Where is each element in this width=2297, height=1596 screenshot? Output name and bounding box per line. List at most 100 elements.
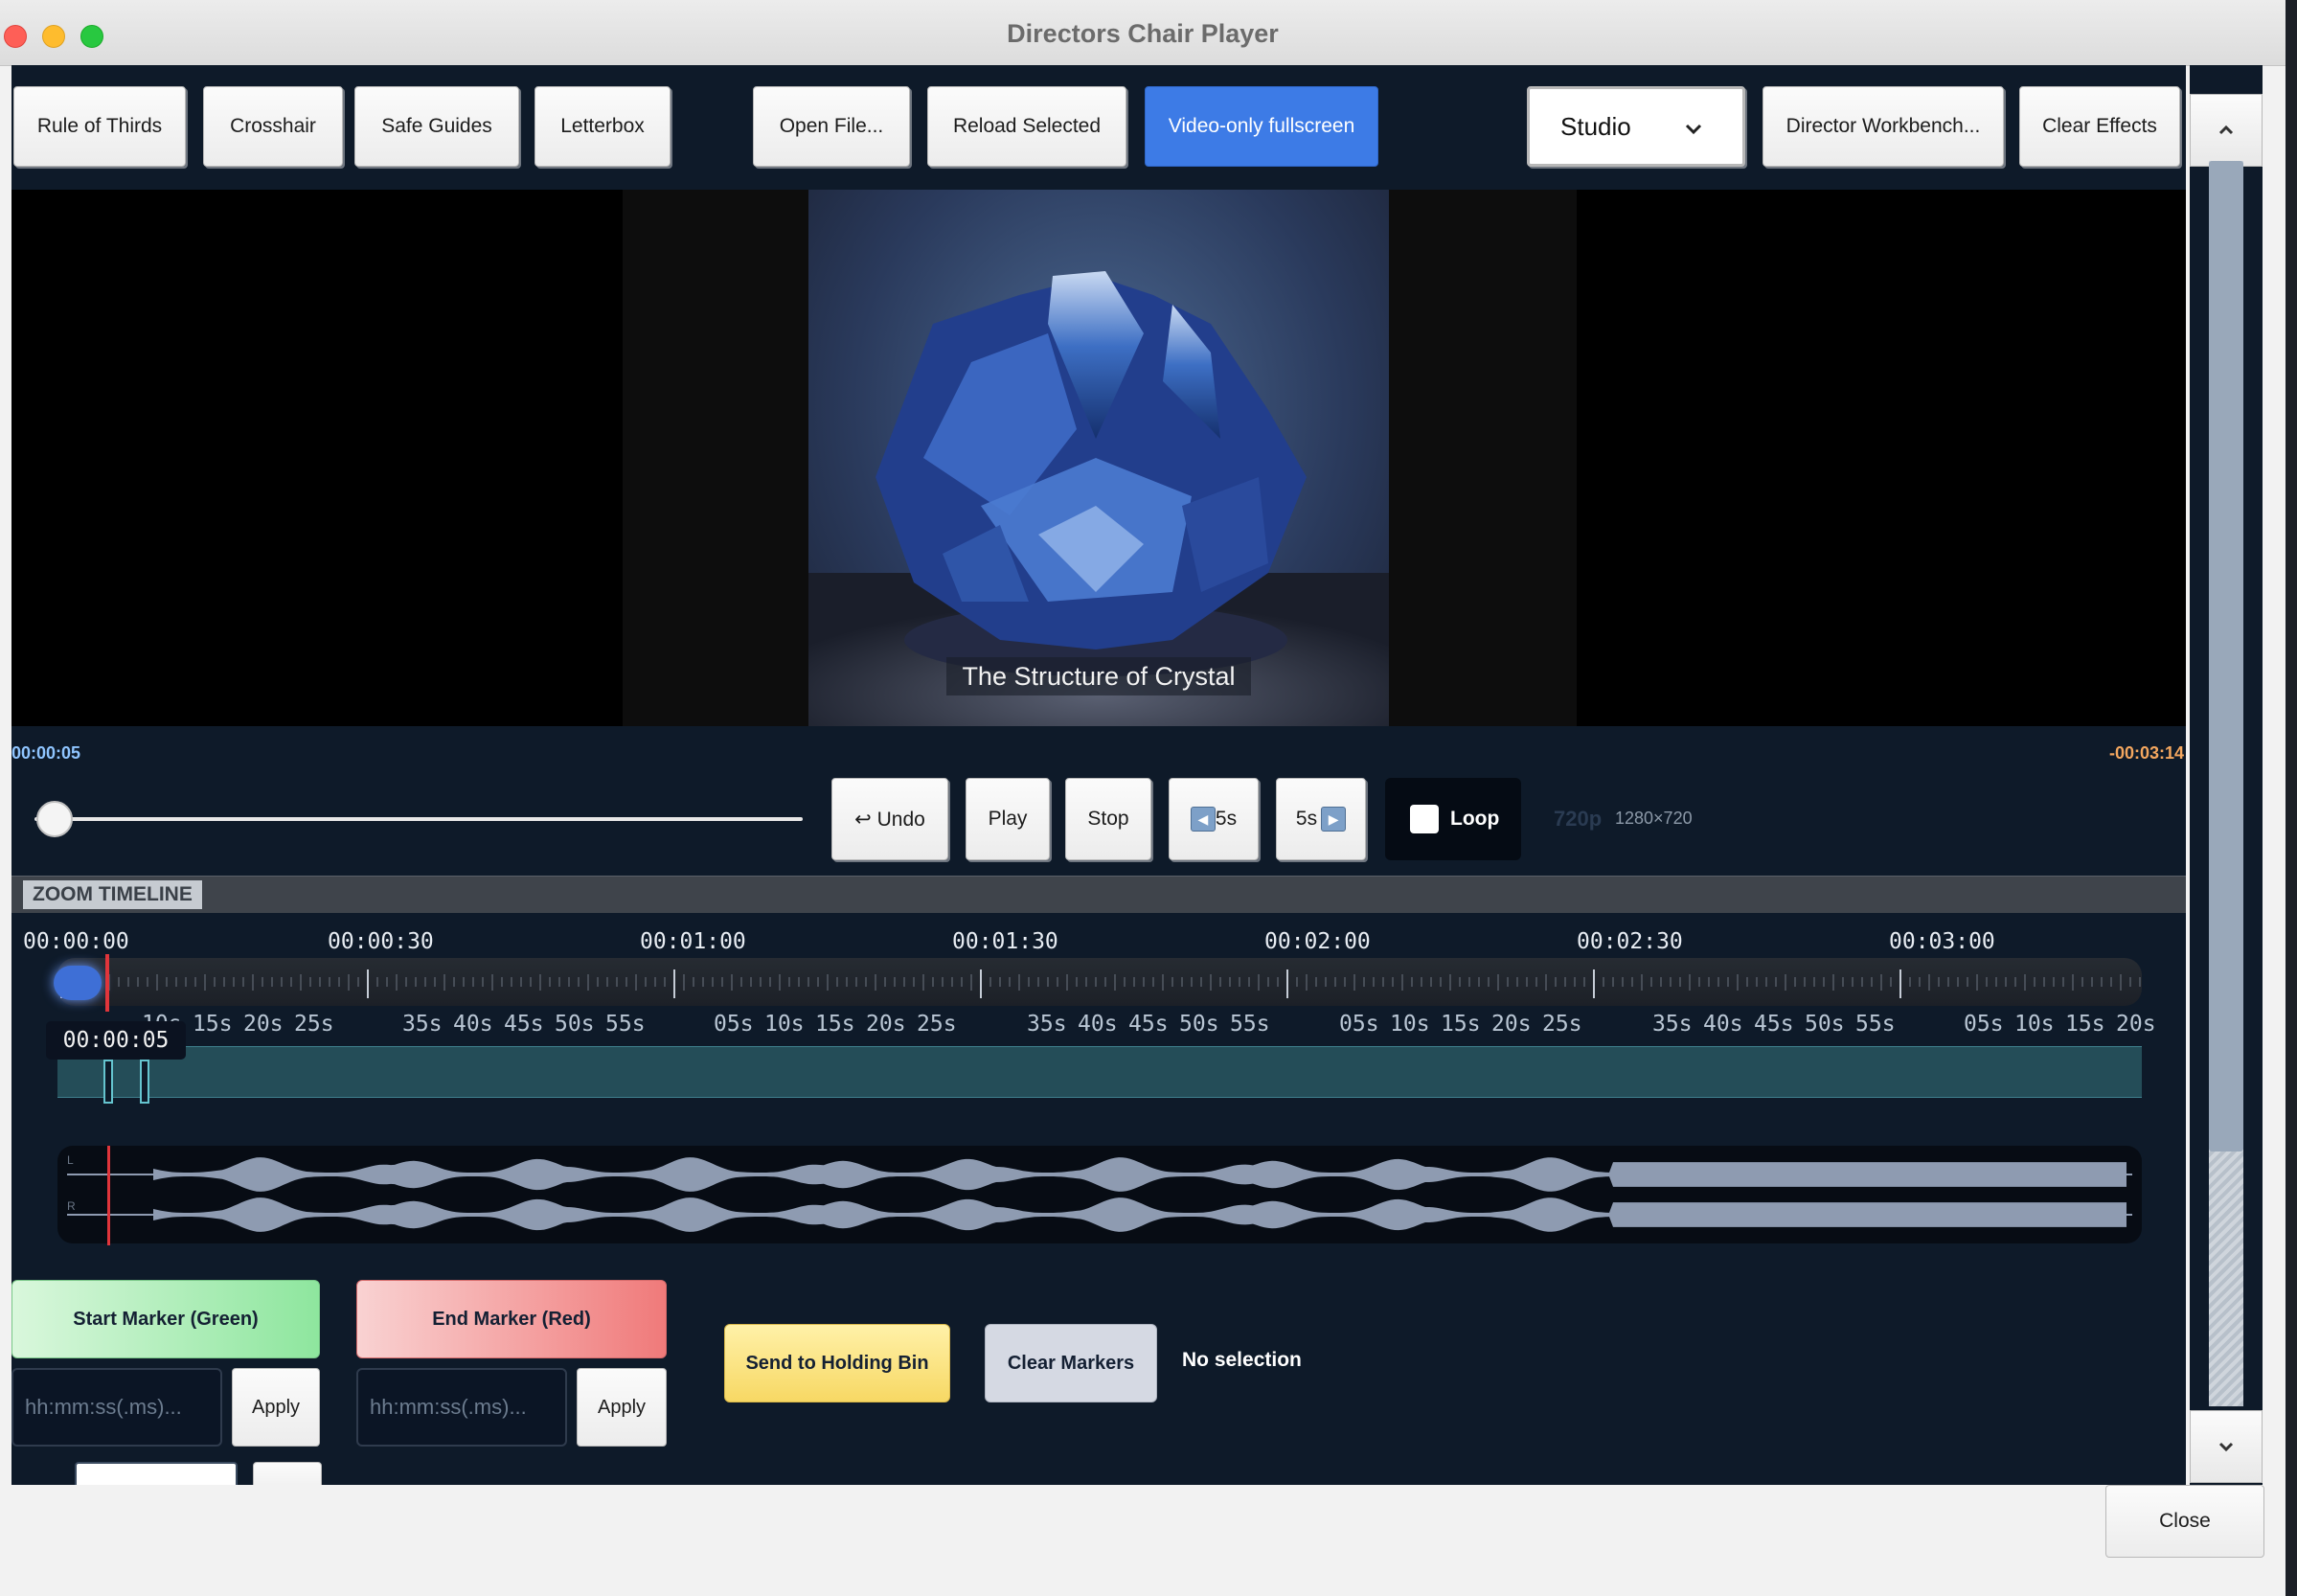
pillarbox-right xyxy=(1389,190,1577,726)
timeline-second-label: 50s xyxy=(1179,1012,1219,1037)
timeline-second-label: 45s xyxy=(1128,1012,1169,1037)
waveform-playhead xyxy=(107,1146,110,1245)
playhead-line[interactable] xyxy=(105,954,109,1012)
stop-button[interactable]: Stop xyxy=(1065,778,1151,860)
start-marker-handle[interactable] xyxy=(103,1060,113,1104)
audio-waveform[interactable] xyxy=(57,1146,2142,1243)
dialog-footer: Close xyxy=(0,1485,2286,1596)
timeline-major-label: 00:02:30 xyxy=(1577,929,1683,954)
timeline-second-label: 15s xyxy=(2065,1012,2105,1037)
timeline-major-label: 00:00:00 xyxy=(23,929,129,954)
clipped-button[interactable] xyxy=(253,1462,322,1485)
title-bar: Directors Chair Player xyxy=(0,0,2286,66)
clear-markers-button[interactable]: Clear Markers xyxy=(985,1324,1157,1402)
open-file-button[interactable]: Open File... xyxy=(753,86,910,167)
end-time-input[interactable]: hh:mm:ss(.ms)... xyxy=(356,1368,567,1447)
video-only-fullscreen-button[interactable]: Video-only fullscreen xyxy=(1145,86,1378,167)
timeline-second-label: 35s xyxy=(402,1012,443,1037)
timeline-second-label: 05s xyxy=(714,1012,754,1037)
timeline-major-label: 00:01:00 xyxy=(640,929,746,954)
effects-toolbar: Rule of Thirds Crosshair Safe Guides Let… xyxy=(11,65,2186,190)
skip-forward-button[interactable]: 5s ▶ xyxy=(1276,778,1366,860)
send-to-holding-bin-button[interactable]: Send to Holding Bin xyxy=(724,1324,950,1402)
hidden-toolbar-button[interactable] xyxy=(682,86,762,167)
player-window: Directors Chair Player Rule of Thirds Cr… xyxy=(0,0,2286,1596)
rule-of-thirds-button[interactable]: Rule of Thirds xyxy=(13,86,186,167)
main-panel: Rule of Thirds Crosshair Safe Guides Let… xyxy=(11,65,2186,1485)
director-workbench-button[interactable]: Director Workbench... xyxy=(1763,86,2004,167)
timeline-ruler[interactable] xyxy=(57,958,2142,1006)
loop-toggle[interactable]: Loop xyxy=(1385,778,1521,860)
seek-slider-track[interactable] xyxy=(34,817,803,821)
start-time-input[interactable]: hh:mm:ss(.ms)... xyxy=(11,1368,222,1447)
letterbox-button[interactable]: Letterbox xyxy=(534,86,671,167)
elapsed-time: 00:00:05 xyxy=(11,743,81,763)
timeline-zoom-knob[interactable] xyxy=(54,966,102,1000)
channel-left-label: L xyxy=(67,1153,74,1167)
hidden-toolbar-button-2[interactable] xyxy=(1387,86,1527,167)
scroll-up-button[interactable] xyxy=(2190,94,2263,167)
background-desktop-strip xyxy=(2286,0,2297,1596)
timeline-second-label: 10s xyxy=(1390,1012,1430,1037)
timeline-second-label: 15s xyxy=(193,1012,233,1037)
scrollbar-thumb[interactable] xyxy=(2209,161,2243,1151)
timeline-second-label: 20s xyxy=(1491,1012,1532,1037)
chevron-up-icon xyxy=(2218,125,2234,135)
reload-selected-button[interactable]: Reload Selected xyxy=(927,86,1126,167)
video-caption: The Structure of Crystal xyxy=(946,657,1251,695)
timeline-second-label: 05s xyxy=(1964,1012,2004,1037)
timeline-second-label: 50s xyxy=(1805,1012,1845,1037)
timeline-second-label: 25s xyxy=(917,1012,957,1037)
timeline-second-label: 15s xyxy=(1441,1012,1481,1037)
clipped-control[interactable] xyxy=(75,1462,238,1485)
timeline-second-label: 35s xyxy=(1652,1012,1693,1037)
timeline-major-label: 00:00:30 xyxy=(328,929,434,954)
video-viewport[interactable]: The Structure of Crystal xyxy=(11,190,2186,726)
close-button[interactable]: Close xyxy=(2105,1485,2264,1558)
preset-select[interactable]: Studio xyxy=(1527,86,1745,167)
chevron-down-icon xyxy=(2218,1442,2234,1452)
timeline-second-label: 20s xyxy=(866,1012,906,1037)
scroll-down-button[interactable] xyxy=(2190,1410,2263,1483)
loop-checkbox[interactable] xyxy=(1410,805,1439,833)
seek-slider-handle[interactable] xyxy=(35,801,73,837)
timeline-second-label: 40s xyxy=(1078,1012,1118,1037)
crosshair-button[interactable]: Crosshair xyxy=(203,86,343,167)
playhead-tooltip: 00:00:05 xyxy=(46,1021,186,1060)
loop-label: Loop xyxy=(1450,808,1500,830)
undo-button[interactable]: ↩ Undo xyxy=(831,778,948,860)
apply-start-button[interactable]: Apply xyxy=(232,1368,320,1447)
pillarbox-left xyxy=(623,190,808,726)
start-marker-button[interactable]: Start Marker (Green) xyxy=(11,1280,320,1358)
preset-select-value: Studio xyxy=(1560,111,1631,141)
timeline-second-label: 25s xyxy=(1542,1012,1582,1037)
safe-guides-button[interactable]: Safe Guides xyxy=(354,86,519,167)
clear-effects-button[interactable]: Clear Effects xyxy=(2019,86,2180,167)
resolution-label: 1280×720 xyxy=(1615,809,1693,828)
timeline-second-label: 10s xyxy=(764,1012,805,1037)
apply-end-button[interactable]: Apply xyxy=(577,1368,667,1447)
window-title: Directors Chair Player xyxy=(1007,19,1279,48)
forward-arrow-icon: ▶ xyxy=(1321,807,1347,832)
timeline-major-label: 00:01:30 xyxy=(952,929,1058,954)
skip-forward-label: 5s xyxy=(1295,808,1318,830)
crystal-image xyxy=(808,271,1389,726)
timeline-second-label: 55s xyxy=(1230,1012,1270,1037)
timeline-second-label: 50s xyxy=(555,1012,595,1037)
timeline-second-label: 15s xyxy=(815,1012,855,1037)
timeline-second-label: 45s xyxy=(504,1012,544,1037)
timeline-second-label: 20s xyxy=(2116,1012,2156,1037)
timeline-second-label: 05s xyxy=(1339,1012,1379,1037)
end-marker-button[interactable]: End Marker (Red) xyxy=(356,1280,667,1358)
selection-status: No selection xyxy=(1182,1349,1302,1371)
timeline-second-label: 10s xyxy=(2014,1012,2055,1037)
play-button[interactable]: Play xyxy=(966,778,1050,860)
quality-badge: 720p xyxy=(1554,807,1603,831)
end-marker-handle[interactable] xyxy=(140,1060,149,1104)
clip-track[interactable] xyxy=(57,1046,2142,1098)
timeline-second-label: 25s xyxy=(294,1012,334,1037)
timeline-second-label: 45s xyxy=(1754,1012,1794,1037)
vertical-scrollbar[interactable] xyxy=(2190,65,2263,1485)
skip-back-button[interactable]: ◀ 5s xyxy=(1169,778,1259,860)
timeline-second-label: 55s xyxy=(605,1012,646,1037)
